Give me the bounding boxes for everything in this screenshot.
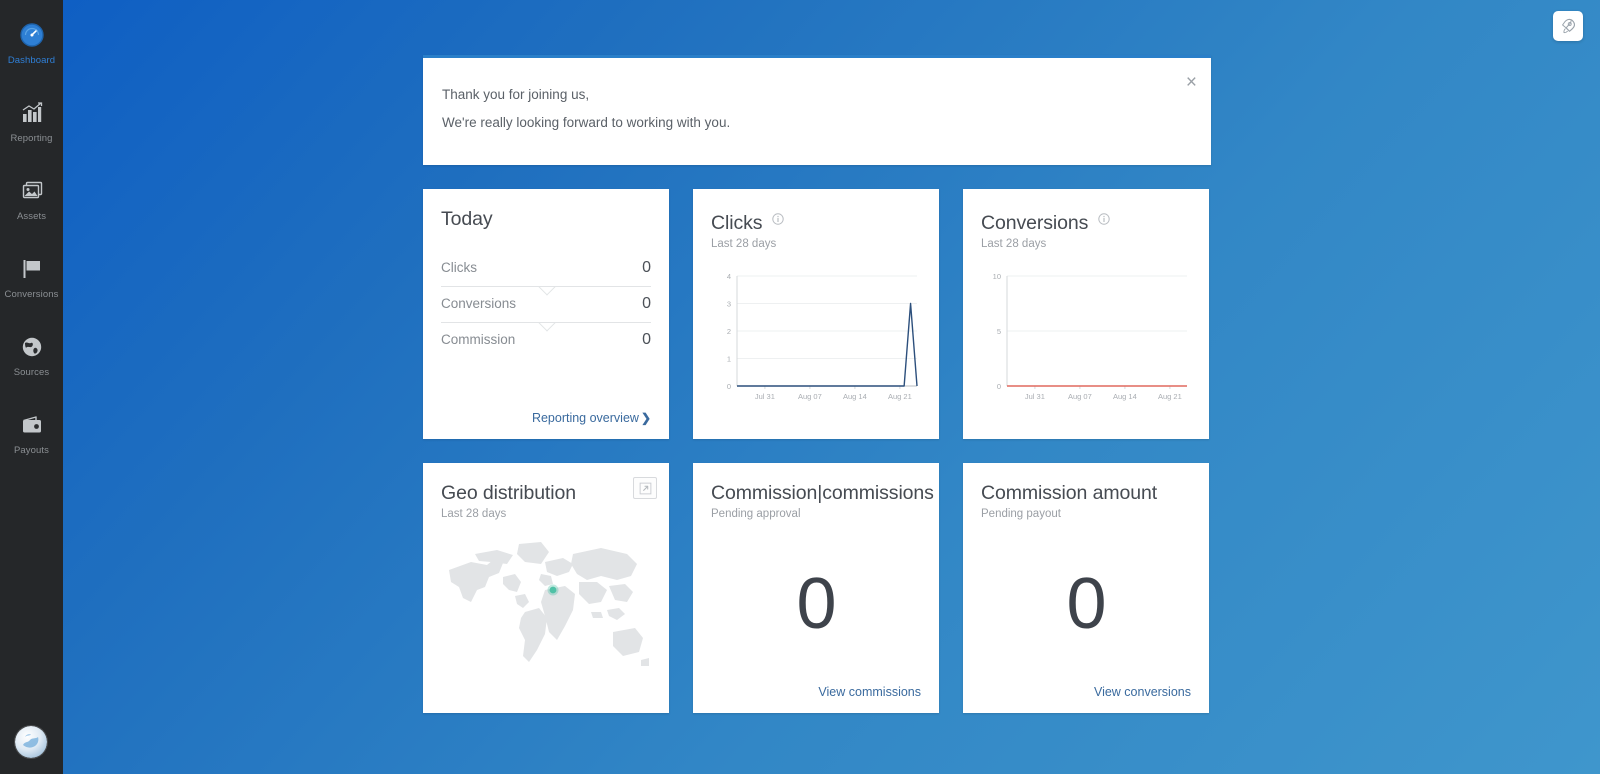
conversions-card-title: Conversions [981,207,1191,235]
sidebar-item-reporting[interactable]: Reporting [0,86,63,150]
stat-label: Clicks [441,260,477,275]
dashboard-content: Thank you for joining us, We're really l… [423,55,1211,713]
svg-text:4: 4 [727,272,731,281]
page-title: Today [441,208,493,230]
conversions-chart-card: Conversions Last 28 days 0 5 10 Jul 31 Aug 0… [963,189,1209,439]
view-conversions-link[interactable]: View conversions [1094,685,1191,699]
clicks-title-text: Clicks [711,212,763,234]
sidebar-item-sources[interactable]: Sources [0,320,63,384]
user-avatar-globe [15,726,47,758]
clicks-card-subtitle: Last 28 days [711,238,777,250]
stat-value: 0 [642,259,651,276]
sidebar-item-label: Reporting [10,133,53,144]
today-card: Today Clicks 0 Conversions 0 Commission [423,189,669,439]
svg-text:0: 0 [997,382,1001,391]
geo-card-subtitle: Last 28 days [441,508,507,520]
sidebar-item-label: Assets [16,211,47,222]
commission-count-title: Commission|commissions [711,482,934,504]
sidebar-item-label: Dashboard [7,55,56,66]
clicks-chart-card: Clicks Last 28 days 0 1 2 3 4 Jul 31 Aug 07 Aug… [693,189,939,439]
expand-arrow-icon[interactable] [633,477,657,499]
stat-value: 0 [642,331,651,348]
sidebar-item-payouts[interactable]: Payouts [0,398,63,462]
sidebar-item-conversions[interactable]: Conversions [0,242,63,306]
welcome-banner: Thank you for joining us, We're really l… [423,55,1211,165]
view-commissions-link[interactable]: View commissions [818,685,921,699]
geo-distribution-card: Geo distribution Last 28 days [423,463,669,713]
svg-text:Aug 07: Aug 07 [798,392,822,401]
geo-marker [549,586,557,594]
wallet-icon [17,410,47,440]
banner-line-2: We're really looking forward to working … [442,115,731,130]
conversions-line-chart[interactable]: 0 5 10 Jul 31 Aug 07 Aug 14 Aug 21 [981,268,1193,408]
avatar[interactable] [15,726,47,758]
rocket-icon [1562,18,1575,34]
svg-text:Aug 21: Aug 21 [1158,392,1182,401]
sidebar-item-label: Payouts [13,445,50,456]
svg-text:1: 1 [727,355,731,364]
commission-amount-value: 0 [1066,564,1106,644]
svg-text:0: 0 [727,382,731,391]
world-map[interactable] [441,532,653,692]
info-circle-icon[interactable] [1097,207,1110,231]
commission-amount-title: Commission amount [981,482,1158,504]
stat-label: Conversions [441,296,517,311]
svg-text:Aug 21: Aug 21 [888,392,912,401]
info-circle-icon[interactable] [772,207,784,231]
sidebar: Dashboard Reporting Assets Conversions S… [0,0,63,774]
globe-icon [17,332,47,362]
sidebar-item-label: Conversions [4,289,59,300]
commission-amount-subtitle: Pending payout [981,508,1061,520]
commission-count-value: 0 [796,564,836,644]
bar-chart-icon [17,98,47,128]
stat-label: Commission [441,332,516,347]
card-row-1: Today Clicks 0 Conversions 0 Commission [423,189,1211,439]
sidebar-item-label: Sources [13,367,50,378]
close-icon[interactable]: × [1186,73,1197,92]
clicks-line-chart[interactable]: 0 1 2 3 4 Jul 31 Aug 07 Aug 14 Aug 21 [711,268,923,408]
chevron-right-icon: ❯ [640,411,651,425]
svg-text:Aug 14: Aug 14 [843,392,867,401]
conversions-title-text: Conversions [981,212,1089,234]
divider [441,286,651,287]
clicks-card-title: Clicks [711,207,921,235]
svg-text:Jul 31: Jul 31 [755,392,775,401]
card-row-2: Geo distribution Last 28 days Commission… [423,463,1211,713]
svg-text:Jul 31: Jul 31 [1025,392,1045,401]
today-stat-list: Clicks 0 Conversions 0 Commission 0 [441,251,651,358]
commission-count-card: Commission|commissions Pending approval … [693,463,939,713]
speedometer-icon [17,20,47,50]
sidebar-item-dashboard[interactable]: Dashboard [0,8,63,72]
svg-text:Aug 14: Aug 14 [1113,392,1137,401]
svg-text:5: 5 [997,327,1001,336]
svg-text:10: 10 [993,272,1001,281]
geo-card-title: Geo distribution [441,482,576,504]
stat-value: 0 [642,295,651,312]
images-icon [17,176,47,206]
conversions-card-subtitle: Last 28 days [981,238,1047,250]
svg-text:2: 2 [727,327,731,336]
reporting-overview-label: Reporting overview [531,411,639,425]
flag-icon [17,254,47,284]
divider [441,322,651,323]
reporting-overview-link[interactable]: Reporting overview ❯ [532,411,651,425]
rocket-launch-button[interactable] [1553,11,1583,41]
commission-amount-card: Commission amount Pending payout 0 View … [963,463,1209,713]
banner-line-1: Thank you for joining us, [442,87,590,102]
sidebar-item-assets[interactable]: Assets [0,164,63,228]
svg-text:Aug 07: Aug 07 [1068,392,1092,401]
svg-text:3: 3 [727,300,731,309]
commission-count-subtitle: Pending approval [711,508,801,520]
